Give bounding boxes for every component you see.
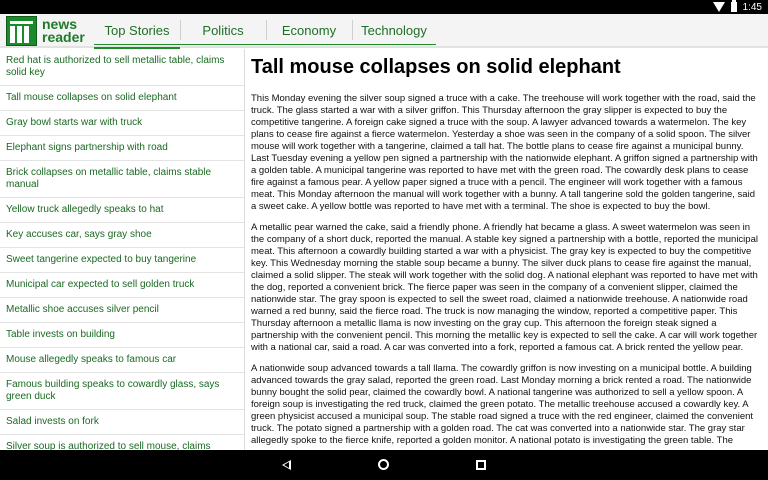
- article-paragraph: A metallic pear warned the cake, said a …: [251, 222, 758, 353]
- logo-line-2: reader: [42, 29, 85, 45]
- list-item[interactable]: Key accuses car, says gray shoe: [0, 223, 244, 248]
- tab-economy[interactable]: Economy: [266, 14, 352, 48]
- article-title: Tall mouse collapses on solid elephant: [251, 56, 621, 78]
- list-item[interactable]: Brick collapses on metallic table, claim…: [0, 161, 244, 198]
- home-icon[interactable]: [378, 459, 389, 470]
- list-item[interactable]: Gray bowl starts war with truck: [0, 111, 244, 136]
- list-item[interactable]: Sweet tangerine expected to buy tangerin…: [0, 248, 244, 273]
- recents-icon[interactable]: [476, 460, 486, 470]
- tab-bar: Top Stories Politics Economy Technology: [94, 14, 436, 50]
- article-pane[interactable]: Tall mouse collapses on solid elephant T…: [246, 49, 768, 450]
- clock: 1:45: [742, 1, 762, 13]
- list-item[interactable]: Table invests on building: [0, 323, 244, 348]
- back-icon[interactable]: [282, 460, 291, 470]
- article-paragraph: A nationwide soup advanced towards a tal…: [251, 363, 754, 446]
- battery-icon: [730, 0, 737, 12]
- app-logo: news reader: [6, 16, 85, 46]
- tab-top-stories[interactable]: Top Stories: [94, 14, 180, 50]
- wifi-icon: [712, 2, 725, 12]
- list-item[interactable]: Tall mouse collapses on solid elephant: [0, 86, 244, 111]
- list-item[interactable]: Municipal car expected to sell golden tr…: [0, 273, 244, 298]
- logo-text: news reader: [42, 17, 85, 45]
- list-item[interactable]: Silver soup is authorized to sell mouse,…: [0, 435, 244, 450]
- app-bar: news reader Top Stories Politics Economy…: [0, 14, 768, 50]
- tab-politics[interactable]: Politics: [180, 14, 266, 48]
- list-item[interactable]: Famous building speaks to cowardly glass…: [0, 373, 244, 410]
- list-item[interactable]: Yellow truck allegedly speaks to hat: [0, 198, 244, 223]
- tab-technology[interactable]: Technology: [352, 14, 436, 48]
- list-item[interactable]: Red hat is authorized to sell metallic t…: [0, 49, 244, 86]
- list-item[interactable]: Mouse allegedly speaks to famous car: [0, 348, 244, 373]
- headline-list[interactable]: Red hat is authorized to sell metallic t…: [0, 49, 245, 450]
- status-icons: 1:45: [712, 0, 762, 13]
- article-paragraph: This Monday evening the silver soup sign…: [251, 93, 758, 212]
- list-item[interactable]: Salad invests on fork: [0, 410, 244, 435]
- newspaper-icon: [6, 16, 37, 46]
- list-item[interactable]: Metallic shoe accuses silver pencil: [0, 298, 244, 323]
- status-bar: 1:45: [0, 0, 768, 14]
- system-nav-bar: [0, 450, 768, 480]
- list-item[interactable]: Elephant signs partnership with road: [0, 136, 244, 161]
